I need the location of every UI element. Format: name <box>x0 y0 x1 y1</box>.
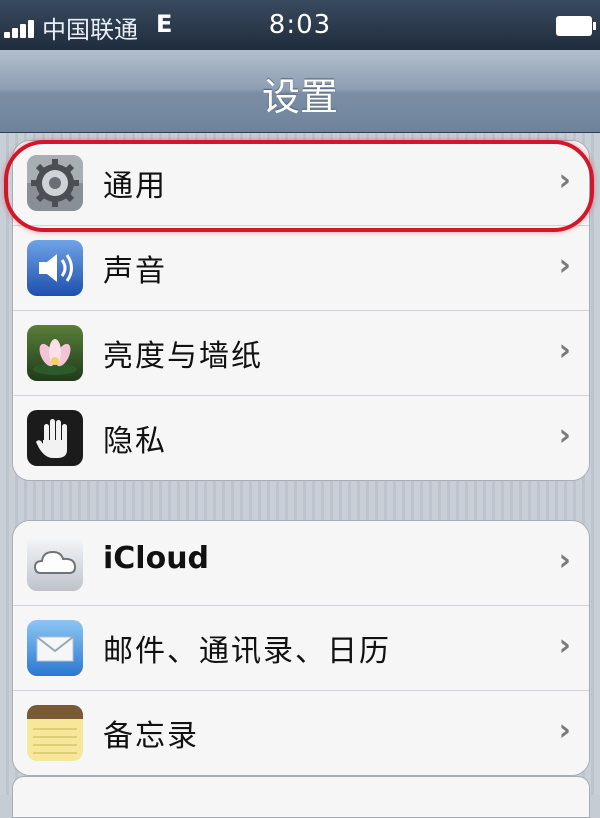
partial-next-row <box>12 776 590 818</box>
navigation-bar: 设置 <box>0 50 600 133</box>
chevron-right-icon: › <box>558 248 571 283</box>
settings-row-sounds[interactable]: 声音 › <box>13 226 589 311</box>
flower-icon <box>27 325 83 381</box>
chevron-right-icon: › <box>558 713 571 748</box>
hand-icon <box>27 410 83 466</box>
settings-row-label: 亮度与墙纸 <box>103 339 263 374</box>
settings-row-label: 备忘录 <box>103 719 199 754</box>
status-time: 8:03 <box>268 10 332 40</box>
chevron-right-icon: › <box>558 543 571 578</box>
settings-row-privacy[interactable]: 隐私 › <box>13 396 589 480</box>
chevron-right-icon: › <box>558 418 571 453</box>
settings-row-icloud[interactable]: iCloud › <box>13 521 589 606</box>
chevron-right-icon: › <box>558 628 571 663</box>
settings-row-label: iCloud <box>103 541 210 576</box>
settings-group-2: iCloud › 邮件、通讯录、日历 › 备忘录 › <box>12 520 590 776</box>
page-title: 设置 <box>261 75 338 119</box>
highlight-annotation <box>4 140 594 232</box>
battery-icon <box>556 16 596 36</box>
settings-row-label: 邮件、通讯录、日历 <box>103 634 391 669</box>
cloud-icon <box>27 535 83 591</box>
settings-row-label: 声音 <box>103 254 167 289</box>
settings-row-mail-contacts-calendars[interactable]: 邮件、通讯录、日历 › <box>13 606 589 691</box>
status-bar: 中国联通 E 8:03 <box>0 0 600 50</box>
settings-row-notes[interactable]: 备忘录 › <box>13 691 589 775</box>
notes-icon <box>27 705 83 761</box>
settings-row-brightness-wallpaper[interactable]: 亮度与墙纸 › <box>13 311 589 396</box>
chevron-right-icon: › <box>558 333 571 368</box>
speaker-icon <box>27 240 83 296</box>
mail-icon <box>27 620 83 676</box>
settings-row-label: 隐私 <box>103 424 167 459</box>
